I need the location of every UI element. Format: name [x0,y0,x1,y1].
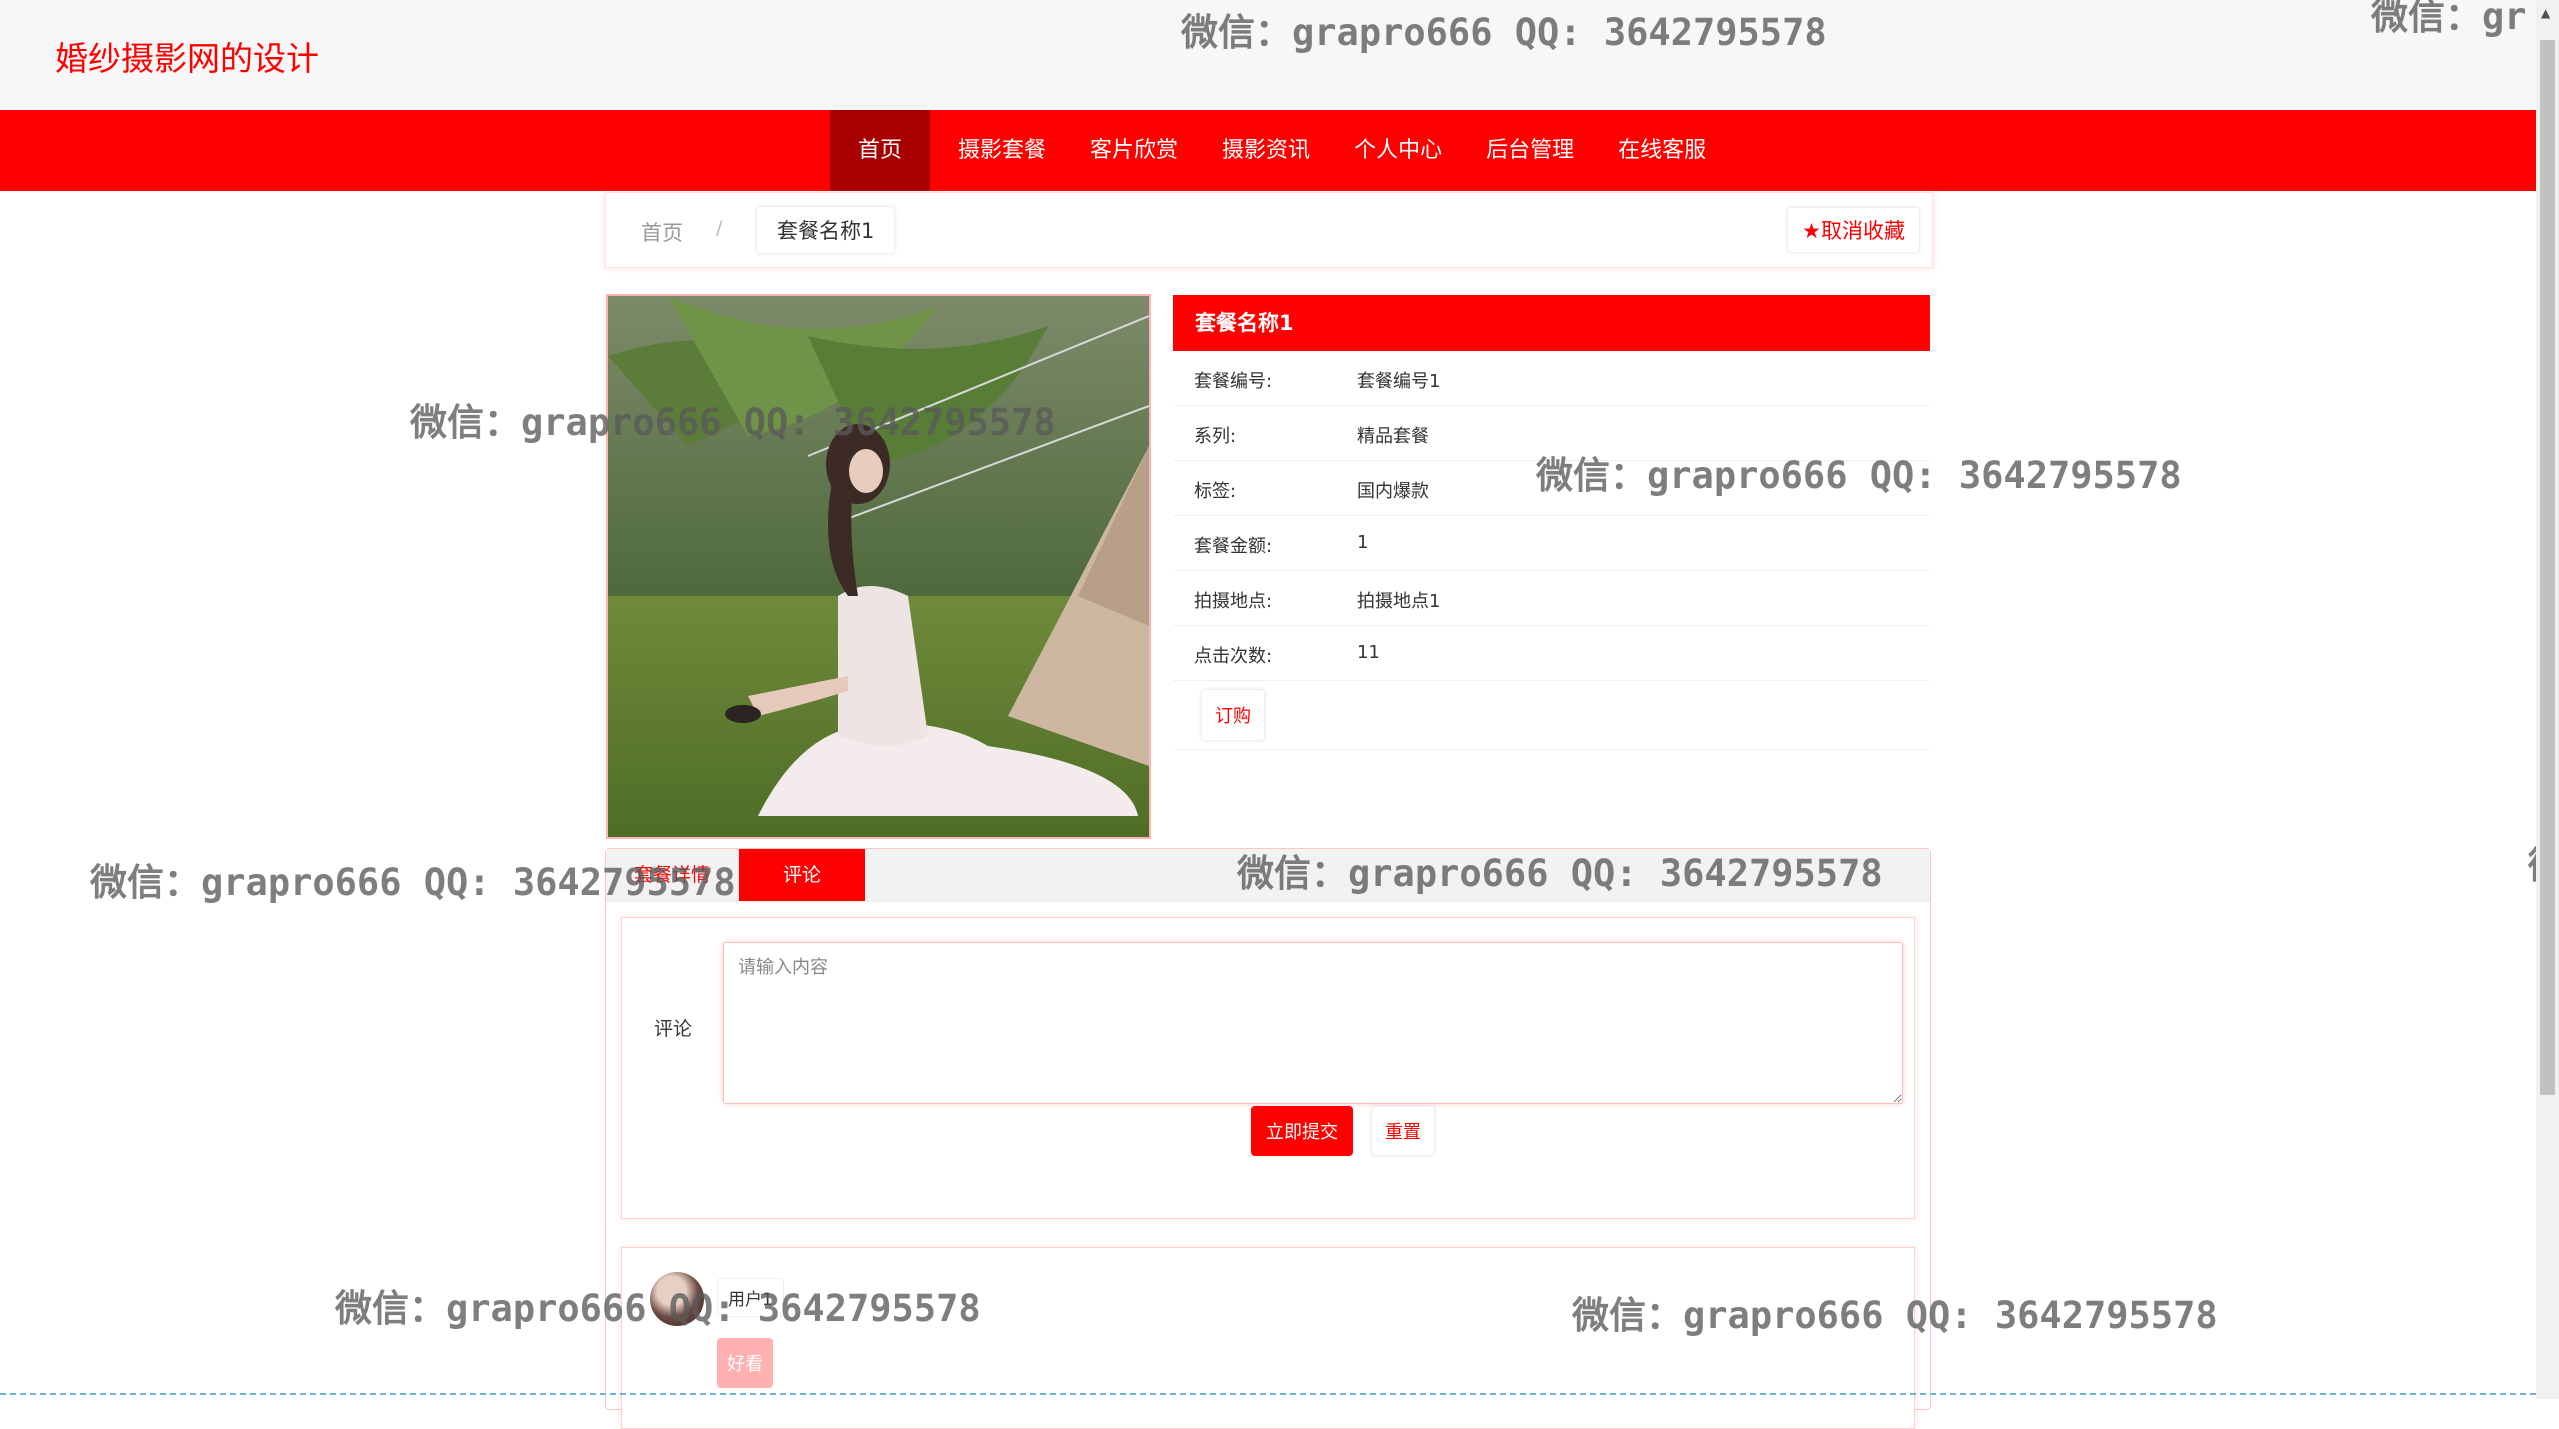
info-value: 拍摄地点1 [1357,591,1441,612]
breadcrumb-home[interactable]: 首页 [641,217,683,247]
info-row-price: 套餐金额: 1 [1173,516,1930,571]
unfavorite-button[interactable]: ★取消收藏 [1787,207,1920,253]
tabs-container: 套餐详情 评论 评论 立即提交 重置 用户1 好看 [605,848,1931,1429]
comment-form: 评论 立即提交 重置 [621,917,1915,1219]
nav-item-home[interactable]: 首页 [830,110,931,191]
submit-button[interactable]: 立即提交 [1251,1106,1353,1156]
info-value: 国内爆款 [1357,481,1429,502]
info-value: 套餐编号1 [1357,371,1441,392]
info-label: 套餐编号: [1194,371,1273,392]
page-scrollbar[interactable]: ▲ [2536,0,2559,1399]
comment-textarea[interactable] [723,942,1903,1104]
info-label: 标签: [1194,481,1237,502]
info-row-code: 套餐编号: 套餐编号1 [1173,351,1930,406]
tab-comment[interactable]: 评论 [739,849,865,901]
info-value: 1 [1357,532,1369,553]
nav-item-support[interactable]: 在线客服 [1596,110,1728,191]
main-nav: 首页 摄影套餐 客片欣赏 摄影资讯 个人中心 后台管理 在线客服 [0,110,2536,191]
scrollbar-thumb[interactable] [2540,40,2555,1095]
nav-item-news[interactable]: 摄影资讯 [1200,110,1332,191]
info-row-location: 拍摄地点: 拍摄地点1 [1173,571,1930,626]
info-row-tag: 标签: 国内爆款 [1173,461,1930,516]
breadcrumb-current: 套餐名称1 [756,206,896,254]
order-row: 订购 [1173,681,1930,750]
info-value: 11 [1357,642,1380,663]
info-label: 拍摄地点: [1194,591,1273,612]
comment-user-name: 用户1 [717,1278,784,1317]
unfavorite-label: 取消收藏 [1821,219,1905,243]
tabs-bar: 套餐详情 评论 [606,849,1930,902]
comment-item: 用户1 好看 [621,1247,1915,1429]
info-label: 系列: [1194,426,1237,447]
nav-item-admin[interactable]: 后台管理 [1464,110,1596,191]
package-info-panel: 套餐名称1 套餐编号: 套餐编号1 系列: 精品套餐 标签: 国内爆款 套餐金额… [1173,295,1930,750]
nav-item-profile[interactable]: 个人中心 [1332,110,1464,191]
order-button[interactable]: 订购 [1201,689,1265,741]
info-value: 精品套餐 [1357,426,1429,447]
nav-item-packages[interactable]: 摄影套餐 [936,110,1068,191]
comment-text: 好看 [717,1338,773,1388]
avatar [650,1272,704,1326]
info-label: 点击次数: [1194,646,1273,667]
scroll-up-icon[interactable]: ▲ [2541,6,2550,20]
star-icon: ★ [1802,219,1821,243]
comment-label: 评论 [654,1018,693,1040]
package-photo [606,294,1151,839]
info-row-series: 系列: 精品套餐 [1173,406,1930,461]
site-title: 婚纱摄影网的设计 [55,39,319,78]
package-name-header: 套餐名称1 [1173,295,1930,351]
bottom-divider [0,1393,2536,1395]
nav-item-gallery[interactable]: 客片欣赏 [1068,110,1200,191]
breadcrumb: 首页 / 套餐名称1 ★取消收藏 [605,192,1933,268]
info-label: 套餐金额: [1194,536,1273,557]
top-header: 婚纱摄影网的设计 [0,0,2536,110]
breadcrumb-separator: / [716,217,723,239]
reset-button[interactable]: 重置 [1371,1106,1435,1156]
tab-package-detail[interactable]: 套餐详情 [634,849,710,901]
info-row-clicks: 点击次数: 11 [1173,626,1930,681]
